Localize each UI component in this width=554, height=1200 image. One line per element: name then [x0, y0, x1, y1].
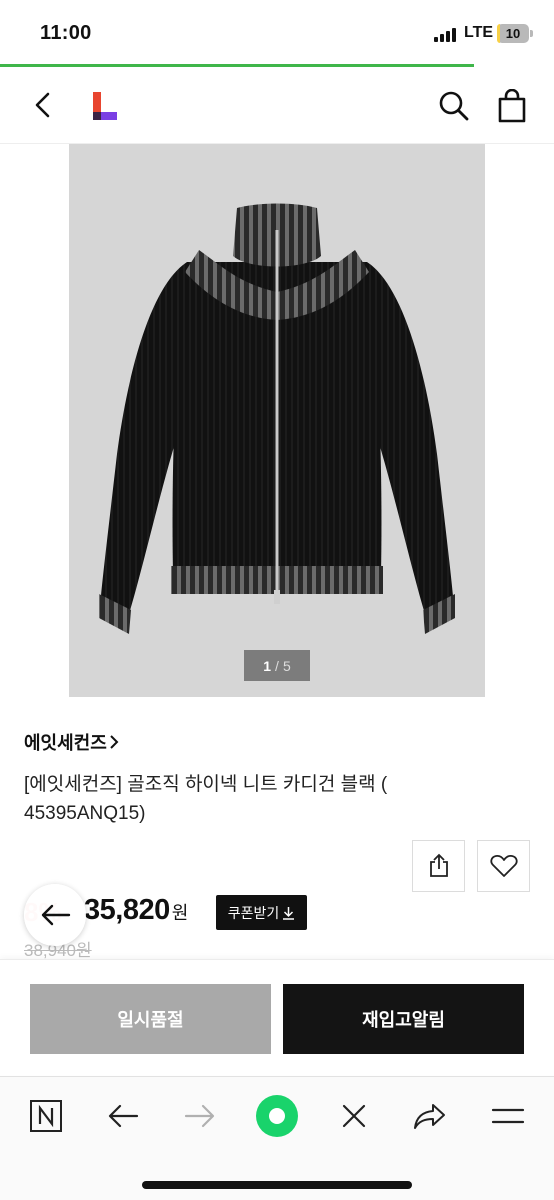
- status-time: 11:00: [40, 22, 92, 44]
- image-total: 5: [282, 657, 291, 674]
- green-dot-button[interactable]: [255, 1094, 299, 1138]
- green-dot-icon: [256, 1095, 298, 1137]
- share-arrow-icon: [414, 1104, 445, 1129]
- coupon-download-button[interactable]: 쿠폰받기: [216, 895, 307, 930]
- status-bar: 11:00 LTE 10: [0, 0, 554, 66]
- floating-back-button[interactable]: [24, 884, 86, 946]
- battery-cap: [530, 30, 533, 37]
- brand-name: 에잇세컨즈: [24, 733, 107, 753]
- share-page-button[interactable]: [408, 1094, 452, 1138]
- coupon-label: 쿠폰받기: [227, 904, 280, 921]
- sale-price: 35,820 원: [84, 894, 188, 927]
- restock-alert-button[interactable]: 재입고알림: [283, 984, 524, 1054]
- soldout-button[interactable]: 일시품절: [30, 984, 271, 1054]
- close-icon: [342, 1104, 366, 1128]
- network-label: LTE: [464, 24, 494, 41]
- search-button[interactable]: [438, 90, 470, 122]
- browser-back-button[interactable]: [101, 1094, 145, 1138]
- product-image: [99, 203, 455, 634]
- back-button[interactable]: [28, 90, 58, 120]
- download-icon: [283, 906, 295, 920]
- menu-button[interactable]: [486, 1094, 530, 1138]
- currency-label: 원: [171, 903, 189, 923]
- product-image-gallery[interactable]: 1 / 5: [69, 144, 485, 697]
- lotteon-logo[interactable]: [91, 92, 119, 122]
- product-title: [에잇세컨즈] 골조직 하이넥 니트 카디건 블랙 ( 45395ANQ15): [24, 774, 388, 824]
- chevron-left-icon: [35, 92, 50, 118]
- heart-icon: [489, 855, 518, 877]
- image-counter: 1 / 5: [244, 650, 310, 681]
- naver-n-icon: [30, 1100, 62, 1132]
- share-button[interactable]: [412, 840, 465, 892]
- purchase-bar: 일시품절 재입고알림: [0, 959, 554, 1075]
- battery-icon: 10: [497, 24, 529, 43]
- browser-toolbar: [0, 1076, 554, 1200]
- page-load-progress: [0, 64, 474, 67]
- image-separator: /: [275, 657, 279, 674]
- shopping-bag-icon: [498, 88, 526, 123]
- naver-home-button[interactable]: [24, 1094, 68, 1138]
- menu-icon: [491, 1108, 525, 1124]
- sale-price-value: 35,820: [84, 894, 170, 926]
- home-indicator: [142, 1181, 412, 1189]
- brand-link[interactable]: 에잇세컨즈: [24, 729, 119, 755]
- image-current: 1: [263, 657, 272, 674]
- cart-button[interactable]: [496, 88, 528, 123]
- browser-forward-button[interactable]: [178, 1094, 222, 1138]
- search-icon: [439, 91, 469, 121]
- app-header: [0, 68, 554, 144]
- signal-icon: [434, 28, 458, 42]
- arrow-left-icon: [41, 904, 71, 926]
- arrow-left-icon: [108, 1104, 139, 1128]
- wishlist-button[interactable]: [477, 840, 530, 892]
- battery-level: 10: [505, 26, 521, 41]
- arrow-right-icon: [184, 1104, 215, 1128]
- share-icon: [429, 853, 448, 877]
- close-button[interactable]: [332, 1094, 376, 1138]
- chevron-right-icon: [110, 735, 119, 749]
